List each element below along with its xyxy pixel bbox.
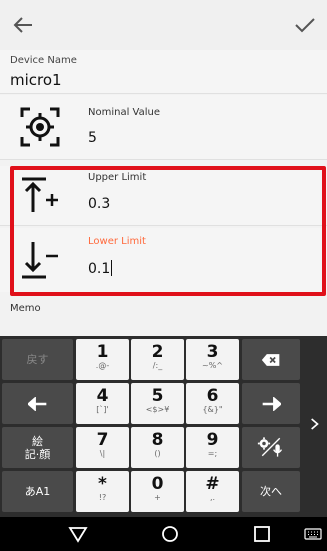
key-hash-sub: ,.	[209, 493, 216, 502]
key-7-main: 7	[96, 430, 109, 450]
key-7[interactable]: 7 \|	[76, 427, 129, 468]
key-4[interactable]: 4 [`]'	[76, 383, 129, 424]
key-6-sub: {&}"	[202, 405, 223, 414]
device-name-value[interactable]: micro1	[10, 71, 62, 89]
key-9[interactable]: 9 =;	[186, 427, 239, 468]
lower-limit-input[interactable]: 0.1	[88, 260, 113, 277]
key-2-main: 2	[151, 342, 164, 362]
undo-key[interactable]: 戻す	[2, 339, 73, 380]
square-recents-icon[interactable]	[252, 524, 272, 544]
key-2[interactable]: 2 /:_	[131, 339, 184, 380]
upper-limit-label: Upper Limit	[88, 172, 147, 183]
key-5-sub: <$>¥	[145, 405, 170, 414]
next-key-label: 次へ	[260, 485, 282, 498]
arrow-left-icon	[26, 396, 46, 412]
key-9-sub: =;	[207, 449, 218, 458]
check-icon[interactable]	[293, 14, 317, 36]
emoji-key-label-line2: 記·顔	[24, 448, 51, 461]
lower-limit-label: Lower Limit	[88, 236, 146, 247]
key-0-sub: +	[154, 493, 161, 502]
target-icon	[20, 107, 60, 147]
key-6[interactable]: 6 {&}"	[186, 383, 239, 424]
cursor-left-key[interactable]	[2, 383, 73, 424]
key-1[interactable]: 1 .@-	[76, 339, 129, 380]
key-3-main: 3	[206, 342, 219, 362]
upper-limit-value[interactable]: 0.3	[88, 196, 110, 212]
key-1-sub: .@-	[95, 361, 110, 370]
nominal-value-label: Nominal Value	[88, 107, 161, 118]
key-hash[interactable]: # ,.	[186, 471, 239, 512]
backspace-icon	[261, 354, 280, 366]
key-8-sub: ()	[154, 449, 161, 458]
key-0[interactable]: 0 +	[131, 471, 184, 512]
key-hash-main: #	[205, 474, 220, 494]
upper-limit-icon	[22, 177, 58, 212]
settings-mic-key[interactable]	[242, 427, 300, 468]
input-mode-key[interactable]: あA1	[2, 471, 73, 512]
nominal-value-value[interactable]: 5	[88, 130, 97, 146]
chevron-right-icon	[311, 418, 319, 430]
undo-key-label: 戻す	[26, 353, 49, 366]
device-name-field[interactable]: Device Name micro1	[0, 50, 327, 94]
lower-limit-value: 0.1	[88, 261, 111, 277]
backspace-key[interactable]	[242, 339, 300, 380]
arrow-right-icon	[262, 396, 283, 412]
key-star-sub: !?	[98, 493, 107, 502]
key-7-sub: \|	[99, 449, 106, 458]
cursor-right-key[interactable]	[242, 383, 300, 424]
text-cursor	[111, 260, 113, 276]
lower-limit-field[interactable]: Lower Limit 0.1	[0, 228, 327, 292]
app-bar	[0, 0, 327, 50]
key-3[interactable]: 3 ~%^	[186, 339, 239, 380]
key-5-main: 5	[151, 386, 164, 406]
settings-mic-icon	[257, 437, 283, 457]
key-8[interactable]: 8 ()	[131, 427, 184, 468]
next-key[interactable]: 次へ	[242, 471, 300, 512]
key-9-main: 9	[206, 430, 219, 450]
key-8-main: 8	[151, 430, 164, 450]
key-4-sub: [`]'	[96, 405, 109, 414]
keyboard-icon[interactable]	[304, 524, 322, 544]
circle-home-icon[interactable]	[160, 524, 180, 544]
key-star-main: *	[98, 474, 107, 494]
nominal-value-field[interactable]: Nominal Value 5	[0, 95, 327, 160]
emoji-key-label-line1: 絵	[32, 435, 43, 448]
key-4-main: 4	[96, 386, 109, 406]
key-1-main: 1	[96, 342, 109, 362]
key-2-sub: /:_	[152, 361, 163, 370]
arrow-left-icon[interactable]	[12, 14, 34, 36]
upper-limit-field[interactable]: Upper Limit 0.3	[0, 166, 327, 226]
device-name-label: Device Name	[10, 55, 77, 66]
key-3-sub: ~%^	[201, 361, 223, 370]
memo-label: Memo	[10, 303, 41, 314]
key-star[interactable]: * !?	[76, 471, 129, 512]
key-5[interactable]: 5 <$>¥	[131, 383, 184, 424]
soft-keyboard: 戻す 1 .@- 2 /:_ 3 ~%^ 4 [`]' 5 <$>¥ 6 {&}…	[0, 336, 327, 517]
key-0-main: 0	[151, 474, 164, 494]
lower-limit-icon	[22, 242, 58, 279]
input-mode-label: あA1	[24, 485, 51, 498]
key-6-main: 6	[206, 386, 219, 406]
system-nav-bar	[0, 517, 327, 551]
keyboard-side-panel-toggle[interactable]	[302, 336, 327, 517]
screen: Device Name micro1 Nominal Value 5 Upper…	[0, 0, 327, 551]
emoji-key[interactable]: 絵 記·顔	[2, 427, 73, 468]
triangle-back-icon[interactable]	[68, 524, 88, 544]
